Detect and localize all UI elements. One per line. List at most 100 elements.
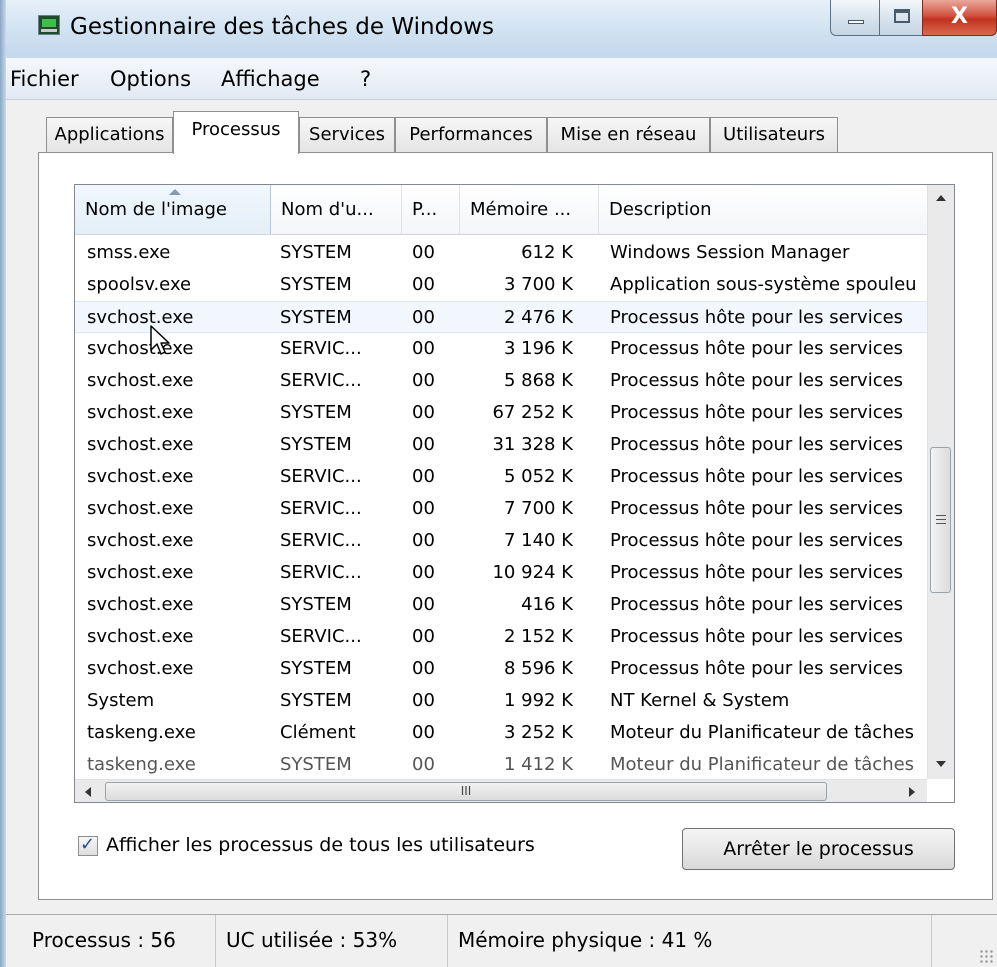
cpu-cell: 00 bbox=[412, 370, 435, 391]
description-cell: Processus hôte pour les services bbox=[610, 338, 904, 359]
arrow-up-icon bbox=[936, 195, 946, 201]
column-description-label: Description bbox=[609, 199, 712, 220]
scroll-left-button[interactable] bbox=[75, 780, 103, 802]
table-row[interactable]: svchost.exe SERVIC... 00 5 052 K Processus h… bbox=[75, 461, 927, 493]
arrow-down-icon bbox=[936, 761, 946, 767]
process-name-cell: smss.exe bbox=[87, 242, 171, 263]
user-name-cell: SYSTEM bbox=[280, 307, 352, 328]
table-row[interactable]: System SYSTEM 00 1 992 K NT Kernel & System bbox=[75, 685, 927, 717]
process-name-cell: taskeng.exe bbox=[87, 722, 196, 743]
user-name-cell: SYSTEM bbox=[280, 594, 352, 615]
table-row[interactable]: svchost.exe SYSTEM 00 67 252 K Processus hôt… bbox=[75, 397, 927, 429]
list-header: Nom de l'image Nom d'u... P... Mémoire .… bbox=[75, 185, 927, 235]
maximize-icon bbox=[894, 9, 910, 23]
memory-cell: 5 868 K bbox=[503, 370, 573, 391]
memory-cell: 3 196 K bbox=[503, 338, 573, 359]
description-cell: Processus hôte pour les services bbox=[610, 370, 904, 391]
table-row[interactable]: svchost.exe SERVIC... 00 5 868 K Processus h… bbox=[75, 365, 927, 397]
description-cell: Processus hôte pour les services bbox=[610, 466, 904, 487]
maximize-button[interactable] bbox=[879, 0, 923, 36]
table-row[interactable]: svchost.exe SERVIC... 00 10 924 K Processus … bbox=[75, 557, 927, 589]
menu-fichier[interactable]: Fichier bbox=[10, 66, 79, 92]
grip-line bbox=[936, 523, 946, 524]
window-left-border bbox=[0, 0, 6, 967]
description-cell: NT Kernel & System bbox=[610, 690, 790, 711]
tab-services[interactable]: Services bbox=[299, 117, 395, 153]
user-name-cell: SYSTEM bbox=[280, 754, 352, 775]
menu-options[interactable]: Options bbox=[110, 66, 191, 92]
memory-cell: 31 328 K bbox=[492, 434, 573, 455]
memory-cell: 2 152 K bbox=[503, 626, 573, 647]
table-row[interactable]: svchost.exe SERVIC... 00 2 152 K Processus h… bbox=[75, 621, 927, 653]
menu-affichage[interactable]: Affichage bbox=[221, 66, 320, 92]
table-row[interactable]: taskeng.exe Clément 00 3 252 K Moteur du Pla… bbox=[75, 717, 927, 749]
tab-processus[interactable]: Processus bbox=[173, 111, 299, 154]
memory-cell: 5 052 K bbox=[503, 466, 573, 487]
tab-performances[interactable]: Performances bbox=[395, 117, 547, 153]
user-name-cell: SERVIC... bbox=[280, 530, 362, 551]
memory-cell: 7 700 K bbox=[503, 498, 573, 519]
table-row[interactable]: svchost.exe SYSTEM 00 2 476 K Processus hôte… bbox=[75, 301, 927, 333]
description-cell: Processus hôte pour les services bbox=[610, 402, 904, 423]
grip-line bbox=[936, 515, 946, 516]
end-process-button[interactable]: Arrêter le processus bbox=[682, 828, 955, 870]
column-user-name-label: Nom d'u... bbox=[281, 199, 374, 220]
show-all-users-label[interactable]: Afficher les processus de tous les utili… bbox=[106, 832, 535, 858]
cpu-cell: 00 bbox=[412, 338, 435, 359]
tab-utilisateurs[interactable]: Utilisateurs bbox=[710, 117, 838, 153]
process-name-cell: svchost.exe bbox=[87, 530, 194, 551]
tab-applications[interactable]: Applications bbox=[46, 117, 173, 153]
table-row[interactable]: svchost.exe SERVIC... 00 3 196 K Processus h… bbox=[75, 333, 927, 365]
process-name-cell: svchost.exe bbox=[87, 594, 194, 615]
minimize-icon bbox=[848, 20, 864, 24]
table-row[interactable]: svchost.exe SYSTEM 00 416 K Processus hôte p… bbox=[75, 589, 927, 621]
process-name-cell: spoolsv.exe bbox=[87, 274, 192, 295]
column-memory[interactable]: Mémoire ... bbox=[460, 185, 599, 234]
cpu-cell: 00 bbox=[412, 498, 435, 519]
scroll-down-button[interactable] bbox=[928, 751, 954, 778]
column-image-name[interactable]: Nom de l'image bbox=[75, 185, 271, 234]
description-cell: Processus hôte pour les services bbox=[610, 530, 904, 551]
process-name-cell: svchost.exe bbox=[87, 466, 194, 487]
table-row[interactable]: taskeng.exe SYSTEM 00 1 412 K Moteur du Plan… bbox=[75, 749, 927, 779]
column-user-name[interactable]: Nom d'u... bbox=[271, 185, 402, 234]
minimize-button[interactable] bbox=[830, 0, 880, 36]
menu-help[interactable]: ? bbox=[360, 66, 371, 92]
cpu-cell: 00 bbox=[412, 307, 435, 328]
description-cell: Processus hôte pour les services bbox=[610, 626, 904, 647]
table-row[interactable]: smss.exe SYSTEM 00 612 K Windows Session Man… bbox=[75, 237, 927, 269]
checkmark-icon: ✓ bbox=[80, 834, 96, 855]
resize-grip-icon[interactable] bbox=[979, 949, 993, 963]
table-row[interactable]: svchost.exe SYSTEM 00 8 596 K Processus hôte… bbox=[75, 653, 927, 685]
cpu-cell: 00 bbox=[412, 530, 435, 551]
vertical-scroll-thumb[interactable] bbox=[930, 447, 951, 593]
tab-mise-en-reseau[interactable]: Mise en réseau bbox=[547, 117, 710, 153]
horizontal-scroll-thumb[interactable]: III bbox=[105, 782, 827, 801]
table-row[interactable]: svchost.exe SYSTEM 00 31 328 K Processus hôt… bbox=[75, 429, 927, 461]
status-process-count: Processus : 56 bbox=[28, 915, 216, 967]
title-bar[interactable]: Gestionnaire des tâches de Windows X bbox=[0, 0, 997, 58]
description-cell: Windows Session Manager bbox=[610, 242, 850, 263]
table-row[interactable]: svchost.exe SERVIC... 00 7 140 K Processus h… bbox=[75, 525, 927, 557]
table-row[interactable]: svchost.exe SERVIC... 00 7 700 K Processus h… bbox=[75, 493, 927, 525]
process-list[interactable]: Nom de l'image Nom d'u... P... Mémoire .… bbox=[74, 184, 955, 803]
close-button[interactable]: X bbox=[922, 0, 997, 36]
user-name-cell: SYSTEM bbox=[280, 242, 352, 263]
cpu-cell: 00 bbox=[412, 466, 435, 487]
horizontal-scrollbar[interactable]: III bbox=[75, 779, 927, 802]
table-row[interactable]: spoolsv.exe SYSTEM 00 3 700 K Application so… bbox=[75, 269, 927, 301]
memory-cell: 2 476 K bbox=[503, 307, 573, 328]
memory-cell: 7 140 K bbox=[503, 530, 573, 551]
scroll-up-button[interactable] bbox=[928, 185, 954, 212]
user-name-cell: SYSTEM bbox=[280, 402, 352, 423]
column-cpu[interactable]: P... bbox=[402, 185, 460, 234]
scroll-right-button[interactable] bbox=[897, 780, 925, 802]
show-all-users-checkbox[interactable]: ✓ bbox=[78, 834, 98, 856]
cpu-cell: 00 bbox=[412, 690, 435, 711]
user-name-cell: SERVIC... bbox=[280, 498, 362, 519]
vertical-scrollbar[interactable] bbox=[927, 185, 954, 779]
cpu-cell: 00 bbox=[412, 242, 435, 263]
memory-cell: 1 412 K bbox=[503, 754, 573, 775]
cpu-cell: 00 bbox=[412, 626, 435, 647]
column-description[interactable]: Description bbox=[599, 185, 927, 234]
